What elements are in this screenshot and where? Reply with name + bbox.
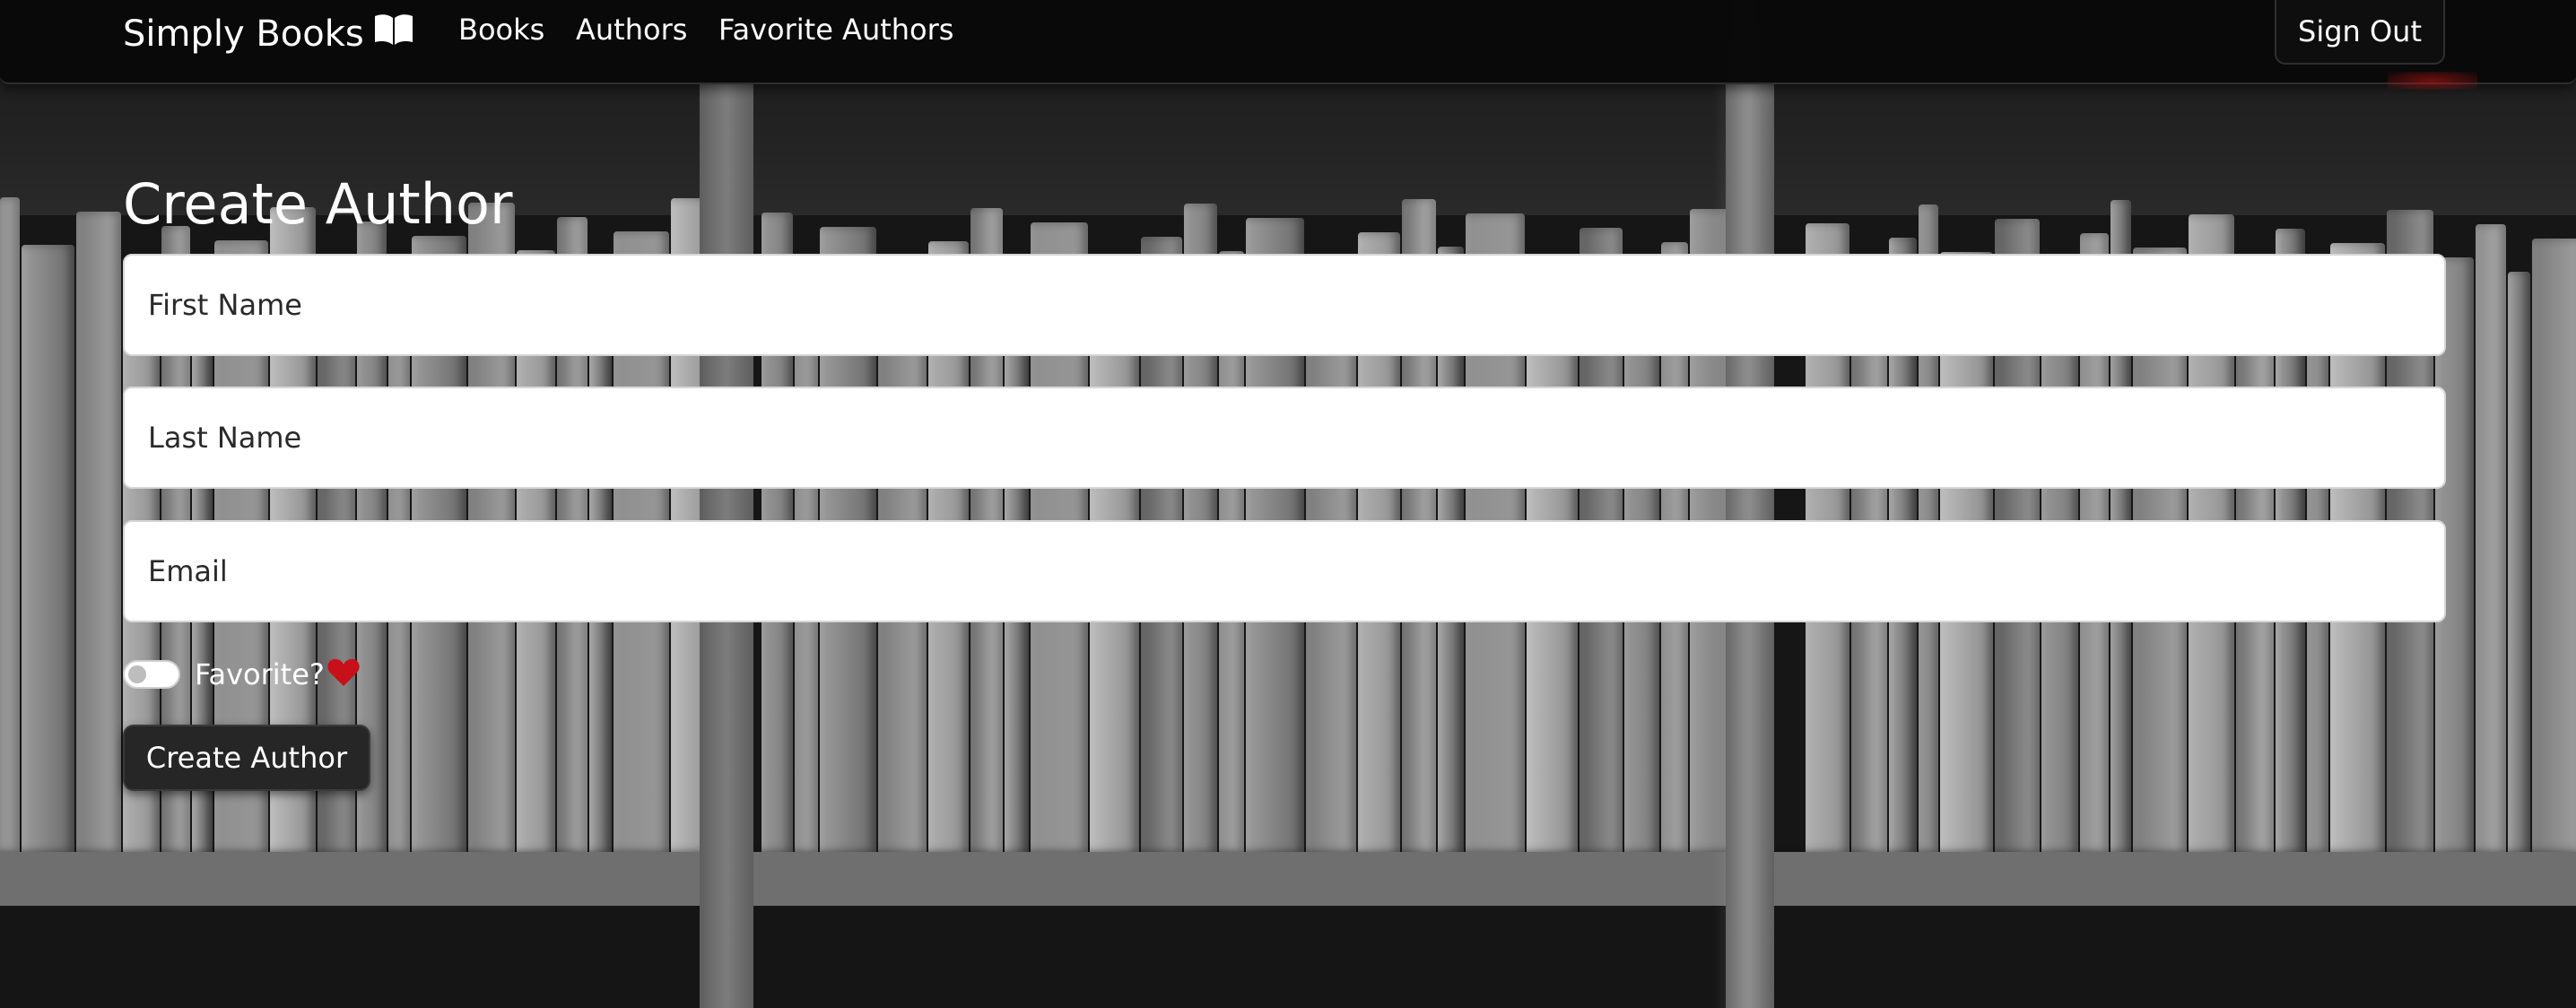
sign-out-button[interactable]: Sign Out: [2275, 0, 2445, 65]
brand-name: Simply Books: [123, 13, 364, 55]
switch-knob: [128, 665, 146, 683]
open-book-icon: [373, 13, 414, 56]
heart-icon: [326, 657, 361, 691]
nav-link-books[interactable]: Books: [458, 13, 544, 47]
page-title: Create Author: [123, 171, 513, 237]
light-glare: [1713, 0, 1776, 1008]
email-input[interactable]: [123, 520, 2446, 622]
favorite-switch[interactable]: [123, 660, 180, 689]
last-name-input[interactable]: [123, 387, 2446, 489]
book-spine: [2508, 272, 2530, 852]
book-spine: [2476, 224, 2506, 852]
create-author-button[interactable]: Create Author: [123, 725, 370, 791]
first-name-input[interactable]: [123, 254, 2446, 356]
brand-link[interactable]: Simply Books: [123, 9, 414, 59]
book-spine: [2532, 239, 2576, 852]
book-spine: [0, 197, 20, 852]
book-spine: [76, 212, 121, 852]
favorite-toggle-row: Favorite?: [123, 653, 361, 696]
favorite-label: Favorite?: [195, 657, 325, 691]
book-spine: [22, 245, 74, 852]
top-navbar: Simply Books Books Authors Favorite Auth…: [0, 0, 2576, 90]
bookshelf-background: [0, 0, 2576, 1008]
nav-link-favorite-authors[interactable]: Favorite Authors: [718, 13, 953, 47]
shelf-board: [0, 852, 2576, 908]
lower-shelf-shadow: [0, 906, 2576, 1008]
nav-link-authors[interactable]: Authors: [576, 13, 687, 47]
